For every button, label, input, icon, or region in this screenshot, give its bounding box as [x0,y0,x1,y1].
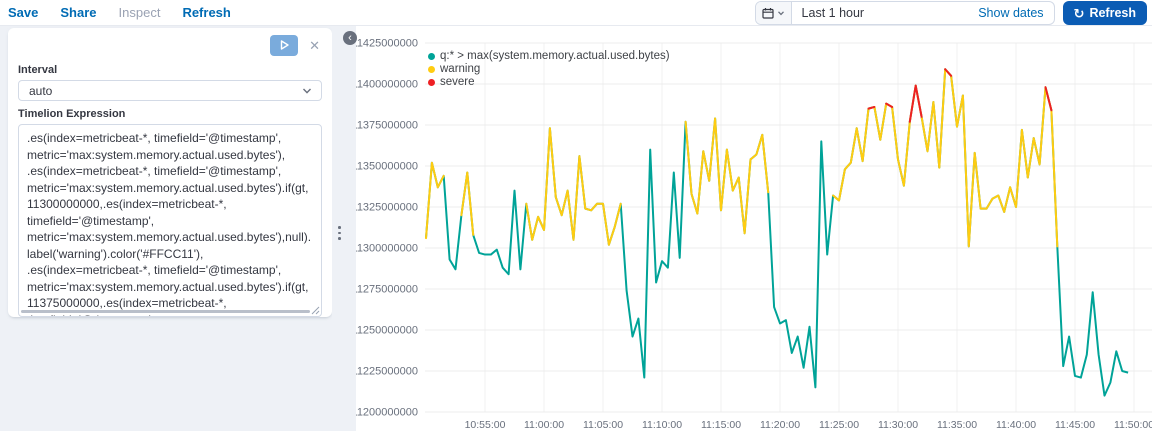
date-picker-bar: Last 1 hour Show dates ↻ Refresh [754,1,1147,25]
svg-text:11400000000: 11400000000 [356,79,418,91]
legend-label: severe [440,76,475,88]
calendar-icon [761,8,774,19]
chart-panel: 10:55:00 11:00:00 11:05:00 11:10:00 11:15:00… [356,26,1152,431]
svg-text:11:40:00: 11:40:00 [996,419,1036,431]
svg-text:11225000000: 11225000000 [356,366,418,378]
svg-text:11:10:00: 11:10:00 [642,419,682,431]
svg-text:11325000000: 11325000000 [356,202,418,214]
expression-input-wrap: .es(index=metricbeat-*, timefield='@time… [18,124,322,317]
legend-item: severe [428,76,670,88]
legend-item: q:* > max(system.memory.actual.used.byte… [428,50,670,62]
chevron-down-icon [777,11,784,16]
show-dates-button[interactable]: Show dates [978,6,1053,20]
refresh-icon: ↻ [1073,5,1085,21]
legend-label: q:* > max(system.memory.actual.used.byte… [440,50,670,62]
interval-select[interactable]: auto [18,80,322,101]
legend-dot [428,65,435,73]
expression-label: Timelion Expression [18,108,126,120]
chart-legend: q:* > max(system.memory.actual.used.byte… [428,50,670,88]
chart-gridlines [425,42,1152,413]
svg-text:11200000000: 11200000000 [356,407,418,419]
legend-dot [428,52,435,60]
interval-label: Interval [18,64,58,76]
editor-actions: ✕ [18,33,322,57]
svg-text:11:20:00: 11:20:00 [760,419,800,431]
play-icon [280,40,289,50]
svg-text:11:50:00: 11:50:00 [1114,419,1152,431]
expression-editor-panel: ✕ Interval auto Timelion Expression .es(… [8,28,332,317]
svg-text:11425000000: 11425000000 [356,38,418,50]
refresh-link[interactable]: Refresh [182,5,230,20]
svg-text:11275000000: 11275000000 [356,284,418,296]
svg-text:11:30:00: 11:30:00 [878,419,918,431]
run-expression-button[interactable] [270,34,299,56]
series-warning-line [425,68,1059,248]
legend-label: warning [440,63,481,75]
quick-select-button[interactable] [755,2,792,24]
svg-text:11250000000: 11250000000 [356,325,418,337]
svg-text:11300000000: 11300000000 [356,243,418,255]
share-button[interactable]: Share [60,5,96,20]
chevron-down-icon [302,88,312,94]
svg-text:11:05:00: 11:05:00 [583,419,623,431]
svg-text:10:55:00: 10:55:00 [465,419,506,431]
panel-gutter [332,26,356,431]
svg-text:11:00:00: 11:00:00 [524,419,564,431]
svg-text:11350000000: 11350000000 [356,161,418,173]
interval-select-value: auto [29,83,53,98]
legend-item: warning [428,63,670,75]
svg-text:11:45:00: 11:45:00 [1055,419,1095,431]
close-editor-button[interactable]: ✕ [307,37,322,54]
inspect-button[interactable]: Inspect [119,5,161,20]
save-button[interactable]: Save [8,5,38,20]
refresh-button-label: Refresh [1089,6,1136,20]
svg-text:11:35:00: 11:35:00 [937,419,977,431]
panel-resize-handle[interactable] [338,226,341,240]
timelion-expression-input[interactable]: .es(index=metricbeat-*, timefield='@time… [18,124,322,317]
collapse-editor-button[interactable]: ‹ [343,31,357,45]
svg-text:11375000000: 11375000000 [356,120,418,132]
refresh-button[interactable]: ↻ Refresh [1062,1,1147,25]
chart-axis-labels: 10:55:00 11:00:00 11:05:00 11:10:00 11:15:00… [356,38,1152,431]
timelion-app: Save Share Inspect Refresh Last 1 hour S… [0,0,1152,431]
legend-dot [428,78,435,86]
svg-text:11:25:00: 11:25:00 [819,419,859,431]
time-range-value[interactable]: Last 1 hour [792,6,865,20]
date-picker-control: Last 1 hour Show dates [754,1,1055,25]
svg-text:11:15:00: 11:15:00 [701,419,741,431]
close-icon: ✕ [309,37,320,53]
